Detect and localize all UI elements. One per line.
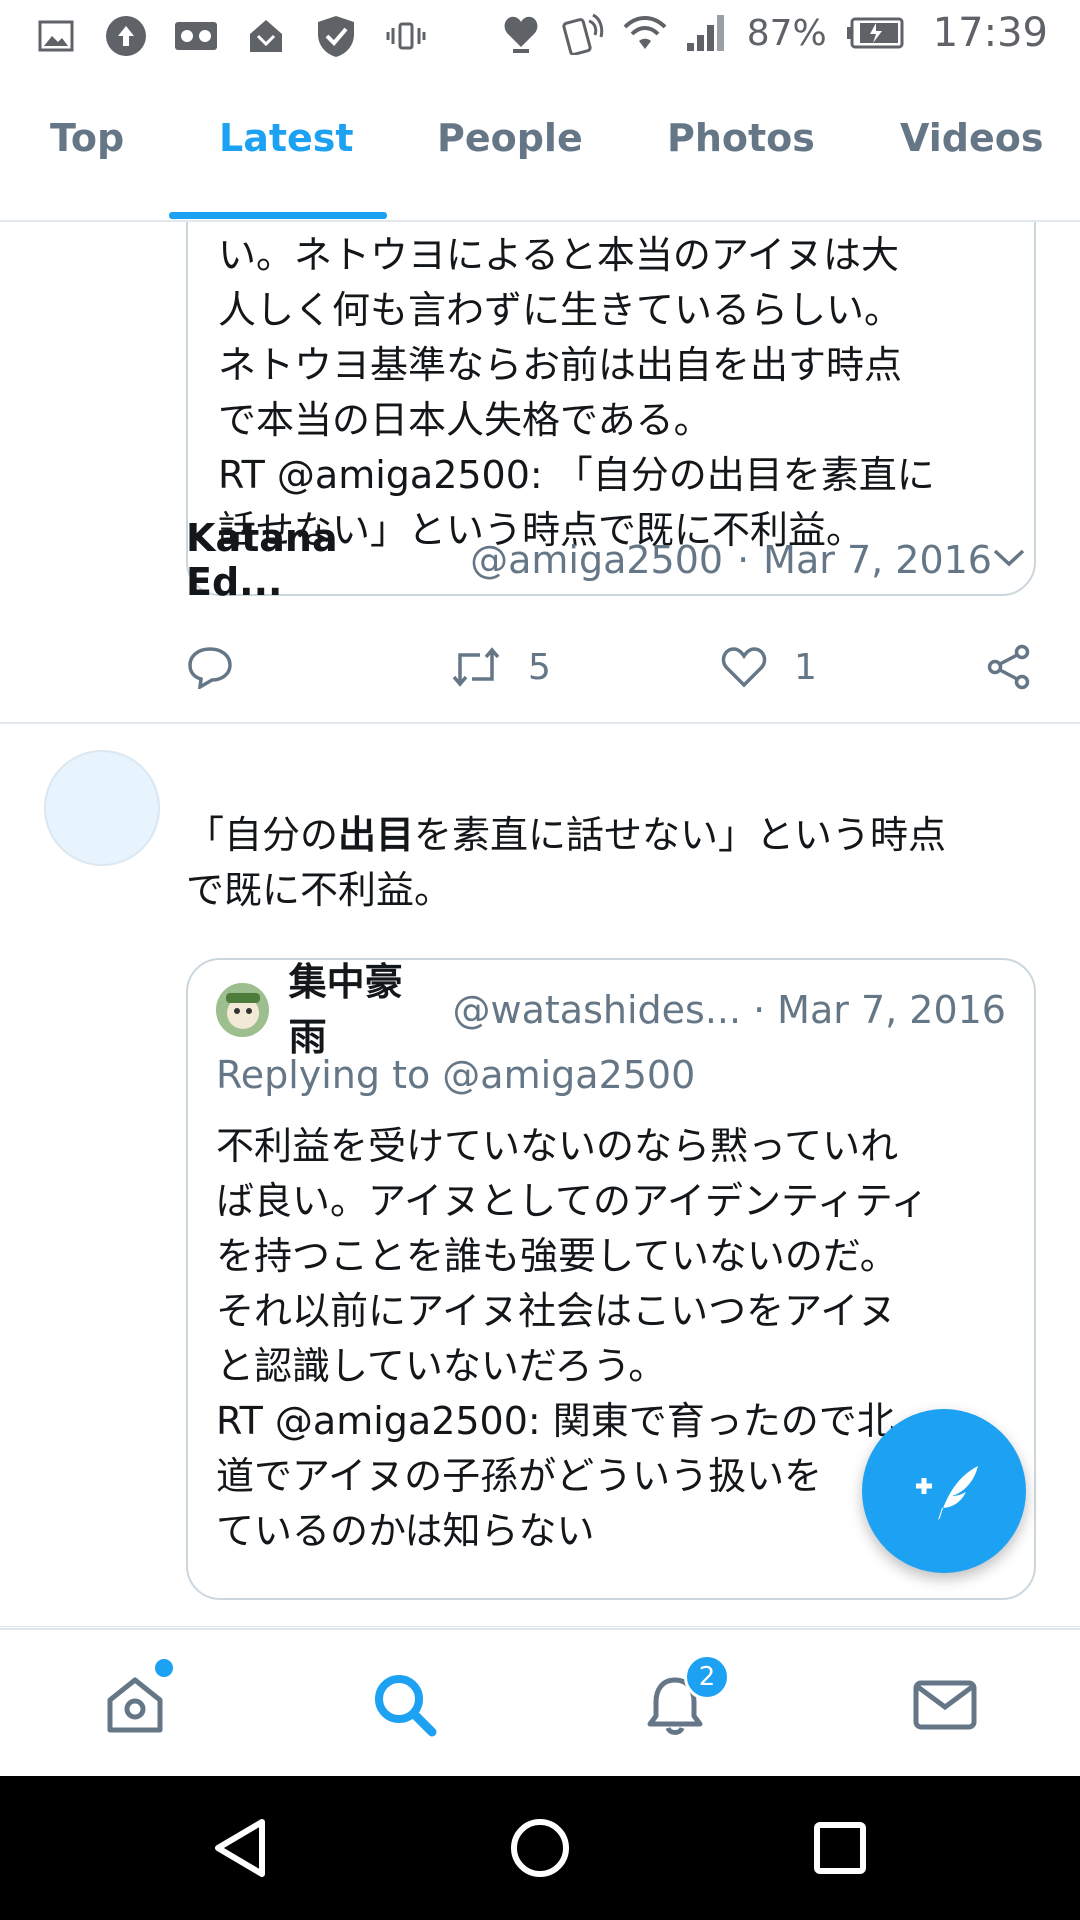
clock: 17:39: [932, 10, 1048, 56]
recents-button[interactable]: [800, 1808, 880, 1888]
image-icon: [34, 14, 78, 58]
tab-people[interactable]: People: [437, 116, 583, 160]
reply-button[interactable]: [186, 645, 234, 689]
home-icon: [107, 1677, 163, 1733]
tweet-date[interactable]: Mar 7, 2016: [763, 538, 992, 582]
back-triangle-icon: [215, 1819, 265, 1877]
quoted-tweet-line: 人しく何も言わずに生きているらしい。: [218, 288, 903, 332]
separator-dot: ·: [737, 538, 750, 582]
tweet-text: 「自分の出目を素直に話せない」という時点 で既に不利益。: [186, 808, 1046, 918]
tweet-actions: 5 1: [186, 632, 1036, 702]
quoted-author-handle: @watashides...: [452, 987, 742, 1032]
tab-photos[interactable]: Photos: [667, 116, 815, 160]
voicemail-icon: [174, 14, 218, 58]
mail-icon: [913, 1680, 977, 1730]
wifi-icon: [623, 11, 667, 55]
reply-icon: [188, 647, 232, 689]
shield-icon: [314, 14, 358, 58]
author-avatar[interactable]: [44, 750, 160, 866]
tweet-text-part: 「自分の: [186, 813, 339, 857]
heart-location-icon: [499, 11, 543, 55]
heart-icon: [721, 647, 767, 688]
upload-icon: [104, 14, 148, 58]
quoted-tweet-line: ネトウヨ基準ならお前は出自を出す時点: [218, 343, 903, 387]
share-icon: [987, 644, 1030, 690]
author-name[interactable]: Katana Ed...: [186, 516, 444, 604]
retweet-button[interactable]: 5: [450, 647, 551, 688]
retweet-count: 5: [528, 646, 551, 688]
author-handle[interactable]: @amiga2500: [470, 538, 723, 582]
quoted-tweet-line: い。ネトウヨによると本当のアイヌは大: [218, 233, 899, 277]
quoted-avatar: [216, 983, 269, 1037]
inbox-icon: [244, 14, 288, 58]
home-circle-icon: [511, 1819, 569, 1877]
chevron-down-icon: [993, 549, 1025, 567]
quoted-tweet-line: ば良い。アイヌとしてのアイデンティティ: [216, 1179, 929, 1223]
tweet-header: Katana Ed... @amiga2500 · Mar 7, 2016: [186, 516, 1036, 604]
signal-icon: [685, 11, 729, 55]
tweet-text-line: で既に不利益。: [186, 868, 453, 912]
battery-percent: 87%: [746, 12, 827, 54]
status-bar: 87% 17:39: [0, 0, 1080, 76]
search-tab-bar: Top Latest People Photos Videos: [0, 76, 1080, 222]
tweet-divider: [0, 1626, 1080, 1627]
tab-latest[interactable]: Latest: [219, 116, 354, 160]
tab-top[interactable]: Top: [50, 116, 124, 160]
notification-badge: 2: [684, 1654, 730, 1700]
quoted-tweet-line: 不利益を受けていないのなら黙っていれ: [216, 1124, 899, 1168]
compose-tweet-button[interactable]: [862, 1409, 1026, 1573]
tweet-text-highlight: 出目: [338, 813, 415, 857]
tweet-divider: [0, 722, 1080, 724]
share-button[interactable]: [986, 644, 1032, 690]
system-navigation-bar: [0, 1776, 1080, 1920]
battery-icon: [845, 11, 905, 55]
home-new-indicator: [152, 1656, 176, 1680]
quoted-tweet-line: を持つことを誰も強要していないのだ。: [216, 1234, 898, 1278]
quoted-tweet-line: それ以前にアイヌ社会はこいつをアイヌ: [216, 1289, 897, 1333]
quoted-tweet-line: RT @amiga2500: 「自分の出目を素直に: [218, 453, 935, 497]
quoted-tweet-header: 集中豪雨 @watashides... · Mar 7, 2016: [216, 960, 1006, 1059]
nfc-icon: [561, 11, 605, 55]
quoted-tweet-line: と認識していないだろう。: [216, 1344, 667, 1388]
quoted-tweet-date: Mar 7, 2016: [777, 987, 1006, 1032]
tab-videos[interactable]: Videos: [900, 116, 1043, 160]
tweet-menu-button[interactable]: [992, 547, 1026, 573]
quoted-tweet-line: で本当の日本人失格である。: [218, 398, 712, 442]
compose-feather-icon: [916, 1466, 978, 1520]
tweet-text-part: を素直に話せない」という時点: [414, 813, 947, 857]
back-button[interactable]: [200, 1808, 280, 1888]
search-icon: [375, 1675, 437, 1737]
recents-square-icon: [814, 1822, 866, 1874]
vibrate-icon: [384, 14, 428, 58]
nav-search[interactable]: [360, 1660, 450, 1750]
active-tab-indicator: [169, 212, 387, 219]
like-button[interactable]: 1: [720, 645, 817, 689]
nav-messages[interactable]: [900, 1660, 990, 1750]
replying-to-label: Replying to @amiga2500: [216, 1053, 696, 1097]
bottom-navigation: [0, 1628, 1080, 1778]
like-count: 1: [794, 646, 817, 688]
retweet-icon: [452, 647, 500, 687]
separator-dot: ·: [753, 987, 766, 1032]
home-button[interactable]: [500, 1808, 580, 1888]
